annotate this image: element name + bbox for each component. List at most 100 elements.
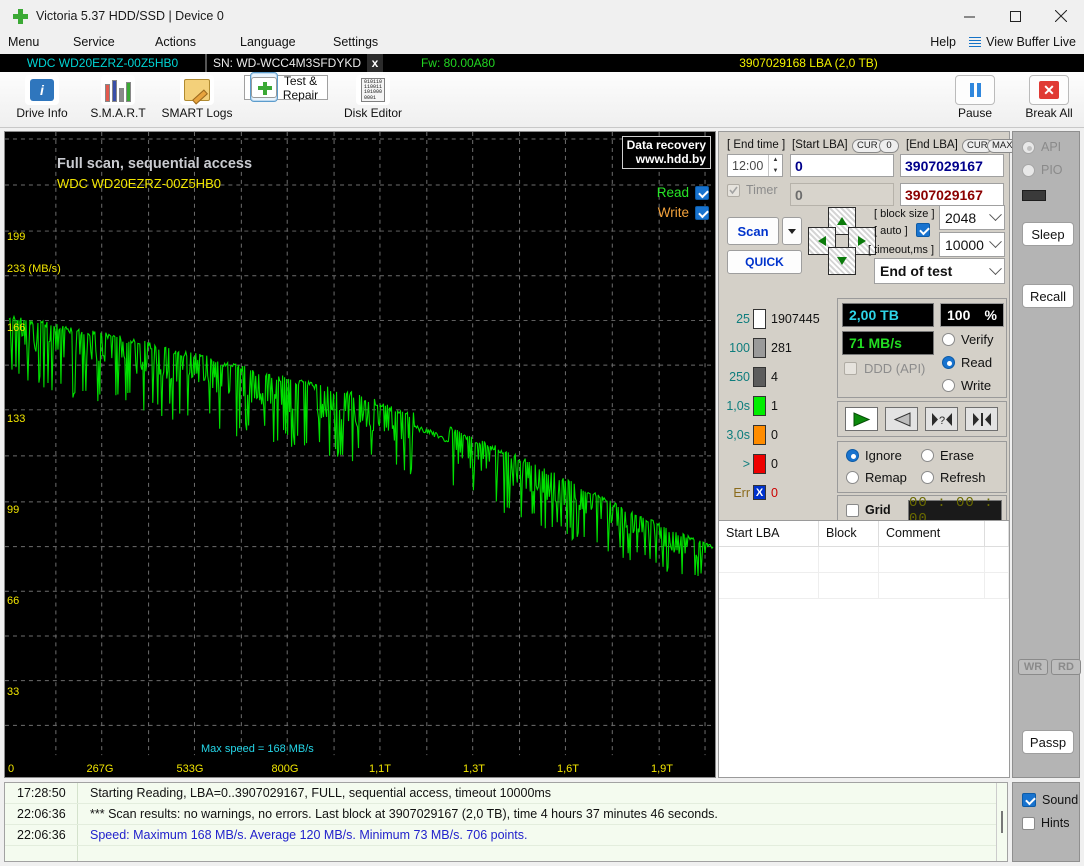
passp-button[interactable]: Passp [1022, 730, 1074, 754]
sound-checkbox[interactable] [1022, 793, 1036, 807]
write-checkbox[interactable] [695, 205, 709, 220]
menu-item-settings[interactable]: Settings [333, 35, 378, 49]
toolbar-button-test-repair[interactable]: Test & Repair [244, 72, 328, 102]
pause-button[interactable]: Pause [944, 75, 1006, 120]
timeout-value: 10000 [945, 236, 984, 253]
log-message: Speed: Maximum 168 MB/s. Average 120 MB/… [90, 828, 528, 842]
sleep-button[interactable]: Sleep [1022, 222, 1074, 246]
error-x-icon: X [753, 485, 766, 500]
menu-item-service[interactable]: Service [73, 35, 115, 49]
mode-write-radio-row[interactable]: Write [942, 378, 991, 393]
graph-title: Full scan, sequential access [57, 156, 253, 172]
end-lba-secondary-input[interactable]: 3907029167 [900, 183, 1004, 206]
reverse-button[interactable] [885, 407, 918, 431]
start-lba-cur-button[interactable]: CUR [852, 139, 883, 153]
graph-write-toggle[interactable]: Write [658, 205, 709, 220]
elapsed-timer-display: 00 : 00 : 00 [908, 495, 1002, 527]
graph-read-toggle[interactable]: Read [657, 185, 709, 200]
scan-dropdown-button[interactable] [782, 217, 802, 245]
recall-button[interactable]: Recall [1022, 284, 1074, 308]
view-buffer-live-button[interactable]: View Buffer Live [969, 35, 1076, 49]
timeout-select[interactable]: 10000 [939, 232, 1005, 257]
step-end-icon [972, 412, 991, 426]
percent-unit: % [984, 307, 997, 323]
toolbar-button-smart-logs[interactable]: SMART Logs [155, 75, 239, 120]
ddd-api-checkbox-row[interactable]: DDD (API) [844, 361, 925, 376]
minimize-button[interactable] [946, 0, 992, 32]
maximize-button[interactable] [992, 0, 1038, 32]
mode-verify-radio-row[interactable]: Verify [942, 332, 994, 347]
smart-icon [105, 78, 131, 102]
erase-radio[interactable] [921, 449, 934, 462]
api-radio-row[interactable]: API [1022, 140, 1061, 154]
log-row [5, 846, 1007, 861]
grid-label: Grid [865, 503, 891, 517]
write-radio[interactable] [942, 379, 955, 392]
auto-checkbox[interactable] [916, 223, 930, 237]
rd-button[interactable]: RD [1051, 659, 1081, 675]
toolbar-button-drive-info[interactable]: i Drive Info [0, 75, 84, 120]
wr-button[interactable]: WR [1018, 659, 1048, 675]
api-radio[interactable] [1022, 140, 1035, 154]
step-end-button[interactable] [965, 407, 998, 431]
menu-item-language[interactable]: Language [240, 35, 296, 49]
scan-button[interactable]: Scan [727, 217, 779, 245]
end-of-test-select[interactable]: End of test [874, 258, 1005, 284]
read-radio[interactable] [942, 356, 955, 369]
action-refresh-row[interactable]: Refresh [921, 470, 986, 485]
pio-radio[interactable] [1022, 163, 1035, 177]
pause-label: Pause [957, 106, 993, 120]
close-button[interactable] [1038, 0, 1084, 32]
timer-checkbox-row[interactable]: Timer [727, 183, 777, 197]
block-size-value: 2048 [945, 209, 977, 226]
drive-close-button[interactable]: x [367, 54, 383, 72]
break-all-button[interactable]: ✕ Break All [1018, 75, 1080, 120]
action-erase-row[interactable]: Erase [921, 448, 974, 463]
chevron-down-icon [989, 261, 1002, 275]
read-checkbox[interactable] [695, 185, 709, 200]
timer-checkbox[interactable] [727, 183, 740, 197]
play-button[interactable] [845, 407, 878, 431]
drive-info-bar: WDC WD20EZRZ-00Z5HB0 SN: WD-WCC4M3SFDYKD… [0, 54, 1084, 72]
action-ignore-row[interactable]: Ignore [846, 448, 902, 463]
toolbar-button-disk-editor[interactable]: 010110 110011 101000 0001 Disk Editor [331, 75, 415, 120]
verify-radio[interactable] [942, 333, 955, 346]
left-arrow-icon [818, 236, 826, 246]
action-remap-row[interactable]: Remap [846, 470, 907, 485]
dpad-down-button[interactable] [828, 247, 856, 275]
menu-item-help[interactable]: Help [930, 35, 956, 49]
end-time-input[interactable]: 12:00 ▲ ▼ [727, 154, 783, 177]
remap-radio[interactable] [846, 471, 859, 484]
block-size-select[interactable]: 2048 [939, 205, 1005, 230]
refresh-radio[interactable] [921, 471, 934, 484]
hints-checkbox-row[interactable]: Hints [1022, 816, 1069, 830]
grid-checkbox-row[interactable]: Grid [846, 503, 891, 517]
mode-read-radio-row[interactable]: Read [942, 355, 992, 370]
start-lba-secondary-input[interactable]: 0 [790, 183, 894, 206]
sound-checkbox-row[interactable]: Sound [1022, 793, 1078, 807]
step-question-button[interactable]: ? [925, 407, 958, 431]
end-time-spinner[interactable]: ▲ ▼ [768, 155, 782, 176]
scan-graph[interactable]: 233 (MB/s) 199 166 133 99 66 33 0 267G 5… [4, 131, 716, 778]
menu-item-menu[interactable]: Menu [8, 35, 39, 49]
ddd-api-checkbox[interactable] [844, 362, 857, 375]
quick-button[interactable]: QUICK [727, 250, 802, 274]
table-row[interactable] [719, 573, 1009, 599]
hints-checkbox[interactable] [1022, 816, 1035, 830]
log-scrollbar[interactable] [996, 783, 1007, 861]
ignore-radio[interactable] [846, 449, 859, 462]
start-lba-input[interactable]: 0 [790, 154, 894, 177]
navigation-dpad[interactable] [808, 207, 876, 275]
x-tick-267g: 267G [86, 763, 114, 775]
victoria-app-window: Victoria 5.37 HDD/SSD | Device 0 Menu Se… [0, 0, 1084, 866]
grid-checkbox[interactable] [846, 503, 859, 517]
defect-action-subpanel: Ignore Erase Remap Refresh [837, 441, 1007, 493]
pio-radio-row[interactable]: PIO [1022, 163, 1063, 177]
toolbar-button-smart[interactable]: S.M.A.R.T [76, 75, 160, 120]
menu-item-actions[interactable]: Actions [155, 35, 196, 49]
table-row[interactable] [719, 547, 1009, 573]
start-lba-zero-button[interactable]: 0 [879, 139, 899, 153]
log-panel[interactable]: 17:28:50 Starting Reading, LBA=0..390702… [4, 782, 1008, 862]
defect-table[interactable]: Start LBA Block Comment [718, 520, 1010, 778]
end-lba-input[interactable]: 3907029167 [900, 154, 1004, 177]
